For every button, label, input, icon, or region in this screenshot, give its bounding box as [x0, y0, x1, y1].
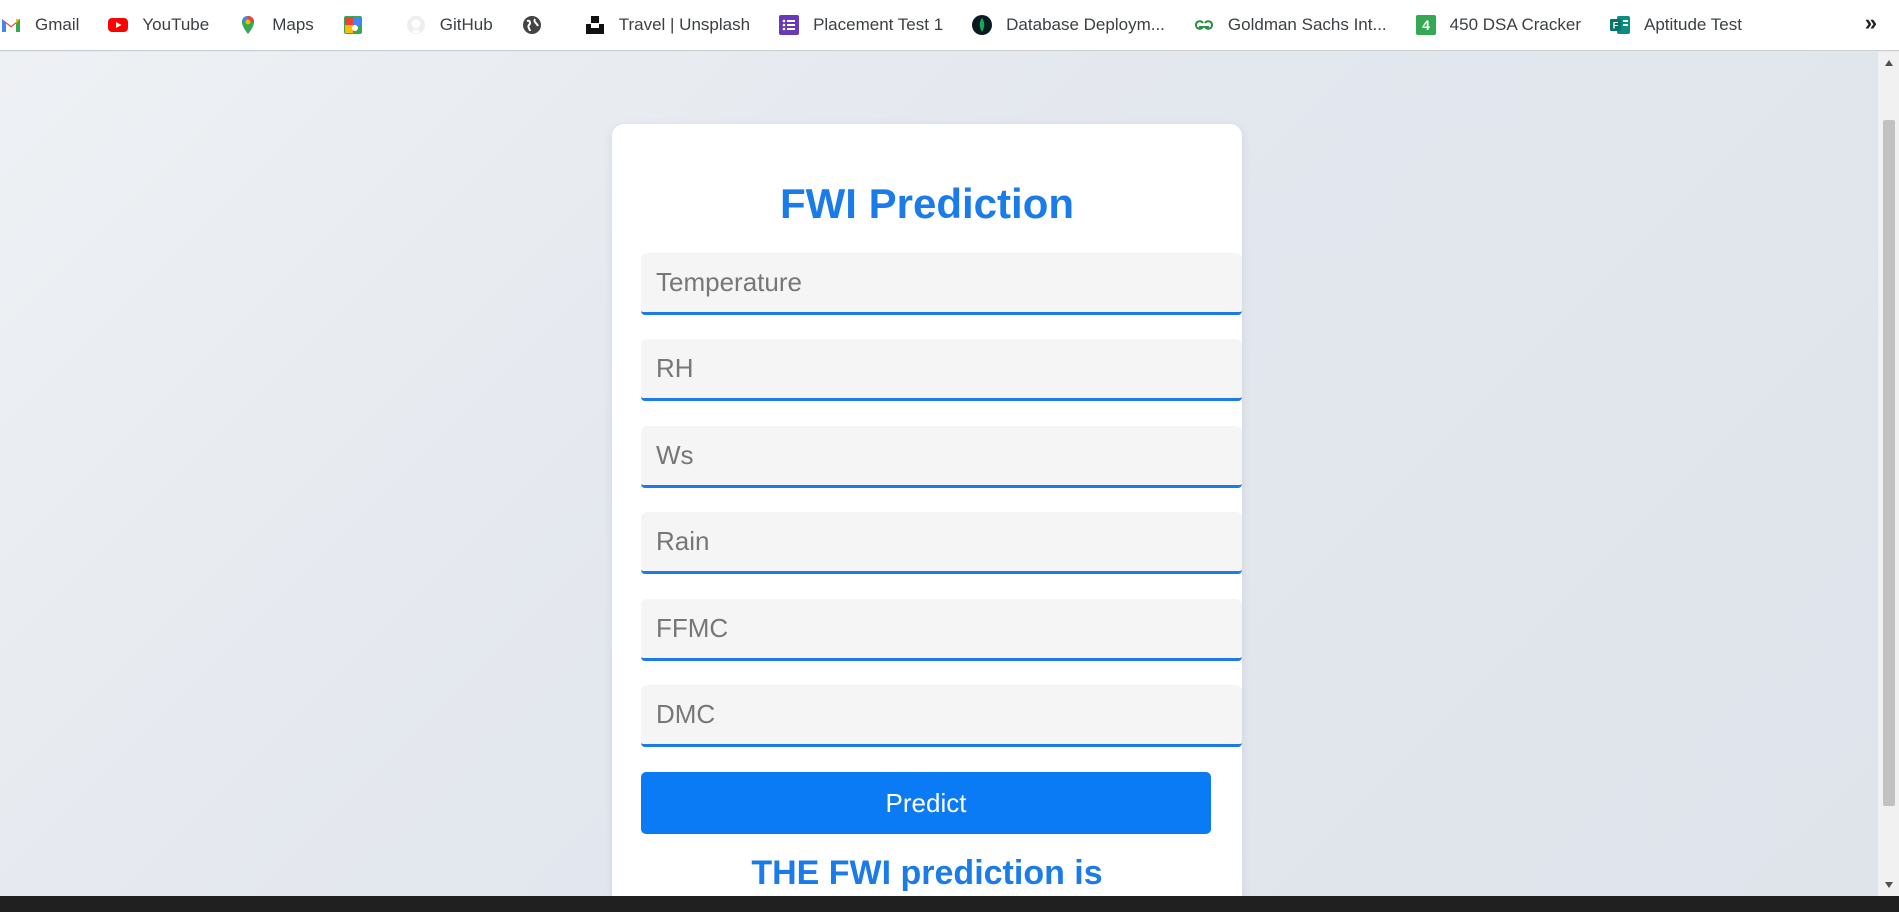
- bookmark-aptitude-test[interactable]: F Aptitude Test: [1609, 7, 1752, 43]
- prediction-form-card: FWI Prediction Predict THE FWI predictio…: [612, 124, 1242, 896]
- predict-button[interactable]: Predict: [641, 772, 1211, 834]
- bookmark-450-dsa[interactable]: 4 450 DSA Cracker: [1415, 7, 1591, 43]
- page-viewport: FWI Prediction Predict THE FWI predictio…: [0, 52, 1877, 896]
- rh-input[interactable]: [641, 339, 1242, 401]
- bookmark-label: GitHub: [439, 15, 493, 34]
- gmail-icon: [0, 14, 22, 36]
- youtube-icon: [107, 14, 129, 36]
- temperature-input[interactable]: [641, 253, 1242, 315]
- ms-forms-icon: F: [1609, 14, 1631, 36]
- scrollbar-thumb[interactable]: [1883, 120, 1895, 806]
- bookmark-label: Aptitude Test: [1644, 15, 1742, 34]
- dmc-input[interactable]: [641, 685, 1242, 747]
- bookmarks-overflow-button[interactable]: »: [1865, 10, 1877, 36]
- ws-input[interactable]: [641, 426, 1242, 488]
- google-apps-icon: [342, 14, 364, 36]
- rain-input[interactable]: [641, 512, 1242, 574]
- bookmarks-bar: Gmail YouTube Maps GitHub Travel | Unspl…: [0, 0, 1899, 51]
- scroll-down-arrow-icon[interactable]: [1878, 876, 1899, 894]
- bookmark-label: Travel | Unsplash: [618, 15, 751, 34]
- bookmark-unsplash[interactable]: Travel | Unsplash: [584, 7, 760, 43]
- github-icon: [405, 14, 427, 36]
- ffmc-input[interactable]: [641, 599, 1242, 661]
- bookmark-label: Database Deploym...: [1006, 15, 1165, 34]
- bookmark-globe[interactable]: [521, 7, 566, 43]
- forms-icon: [778, 14, 800, 36]
- bookmark-label: Maps: [272, 15, 314, 34]
- bookmark-label: Placement Test 1: [813, 15, 944, 34]
- svg-text:F: F: [1613, 21, 1619, 31]
- scroll-up-arrow-icon[interactable]: [1878, 54, 1899, 72]
- prediction-result-text: THE FWI prediction is: [751, 854, 1103, 892]
- bookmark-maps[interactable]: Maps: [237, 7, 324, 43]
- bookmark-google-apps[interactable]: [342, 7, 387, 43]
- page-title: FWI Prediction: [780, 180, 1074, 227]
- geeksforgeeks-icon: [1193, 14, 1215, 36]
- svg-text:4: 4: [1422, 17, 1430, 33]
- bookmark-database-deployment[interactable]: Database Deploym...: [971, 7, 1175, 43]
- mongodb-leaf-icon: [971, 14, 993, 36]
- bookmark-goldman-sachs[interactable]: Goldman Sachs Int...: [1193, 7, 1397, 43]
- bookmark-label: Gmail: [35, 15, 80, 34]
- bookmark-github[interactable]: GitHub: [405, 7, 503, 43]
- number-four-icon: 4: [1415, 14, 1437, 36]
- bookmark-youtube[interactable]: YouTube: [107, 7, 219, 43]
- unsplash-icon: [584, 14, 606, 36]
- taskbar: [0, 896, 1899, 912]
- bookmark-label: 450 DSA Cracker: [1449, 15, 1581, 34]
- bookmark-label: YouTube: [142, 15, 210, 34]
- globe-icon: [521, 14, 543, 36]
- bookmark-placement-test[interactable]: Placement Test 1: [778, 7, 953, 43]
- bookmark-gmail[interactable]: Gmail: [0, 7, 89, 43]
- maps-icon: [237, 14, 259, 36]
- bookmark-label: Goldman Sachs Int...: [1227, 15, 1387, 34]
- vertical-scrollbar[interactable]: [1877, 52, 1899, 896]
